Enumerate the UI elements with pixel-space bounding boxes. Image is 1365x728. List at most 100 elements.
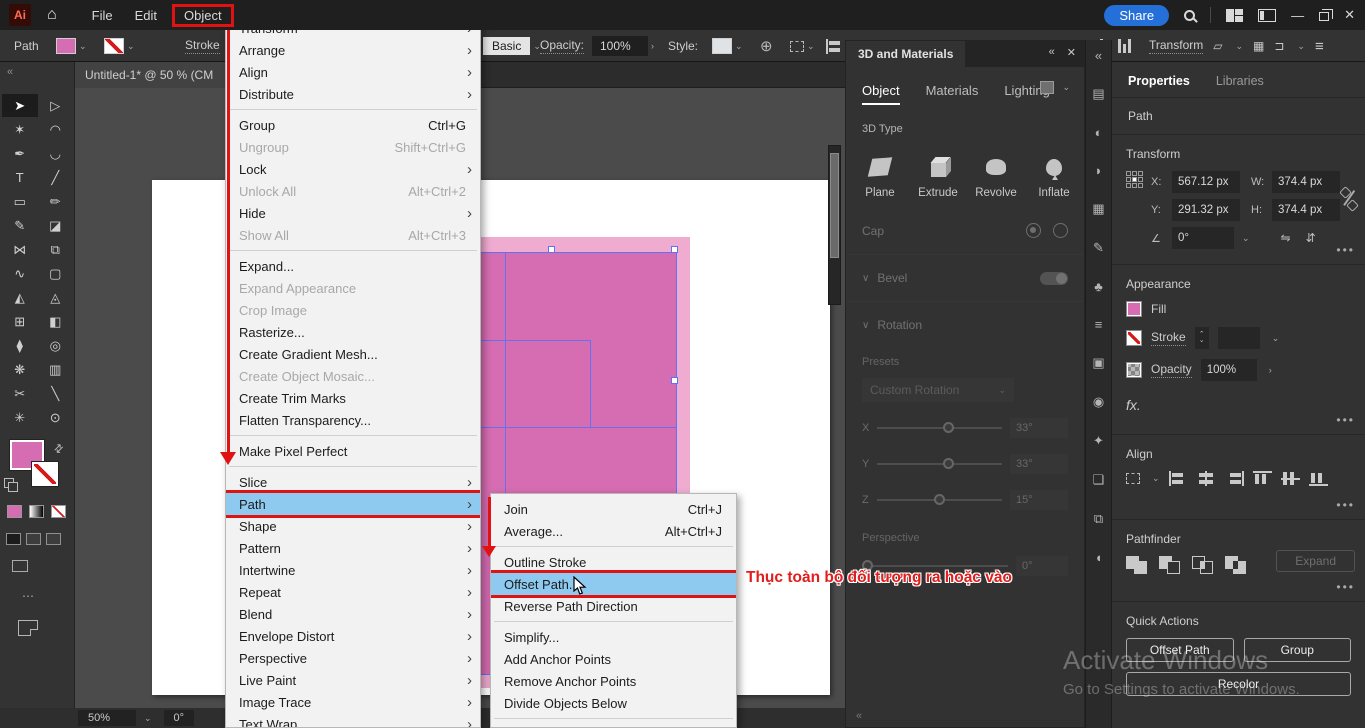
collapse-panel-icon[interactable]: « [7,66,13,78]
menu-item-distribute[interactable]: Distribute› [226,83,480,105]
pathfinder-minus-front-icon[interactable] [1159,556,1180,574]
rotation-y-value[interactable]: 33° [1010,454,1068,474]
chevron-down-icon[interactable]: ⌄ [1242,233,1250,244]
share-button[interactable]: Share [1104,5,1169,26]
selection-tool[interactable]: ➤ [2,94,38,117]
cap-hollow-icon[interactable] [1053,223,1068,238]
menu-item-pattern[interactable]: Pattern› [226,537,480,559]
menu-edit[interactable]: Edit [124,4,168,27]
draw-inside-icon[interactable] [46,533,61,545]
perspective-grid-tool[interactable]: ◬ [38,286,74,309]
none-mode-swatch[interactable] [51,505,66,518]
align-to-selection-icon[interactable] [1126,473,1140,484]
transform-again-icon[interactable]: ▱ [1213,39,1222,53]
stroke-color-swatch[interactable] [32,462,58,486]
draw-behind-icon[interactable] [26,533,41,545]
appearance-preset-select[interactable]: Basic [483,37,530,55]
chevron-right-icon[interactable]: › [651,41,654,51]
offset-path-button[interactable]: Offset Path [1126,638,1234,662]
stroke-link[interactable]: Stroke [1151,330,1186,346]
more-options-icon[interactable]: ••• [1336,413,1355,427]
expand-button[interactable]: Expand [1276,550,1355,572]
align-left-icon[interactable] [826,39,845,54]
free-transform-tool[interactable]: ⧉ [38,238,74,261]
direct-selection-tool[interactable]: ▷ [38,94,74,117]
asset-export-panel-icon[interactable]: ⧉ [1094,511,1103,527]
recolor-button[interactable]: Recolor [1126,672,1351,696]
menu-item-align[interactable]: Align› [226,61,480,83]
chevron-down-icon[interactable]: ⌄ [1235,41,1243,52]
magic-wand-tool[interactable]: ✶ [2,118,38,141]
color-mode-swatch[interactable] [7,505,22,518]
transform-link[interactable]: Transform [1149,38,1203,54]
slice-tool[interactable]: ✂ [2,382,38,405]
rotation-y-slider[interactable] [877,463,1002,465]
line-segment-tool[interactable]: ╱ [38,166,74,189]
comments-panel-icon[interactable]: ◖ [1095,550,1103,565]
align-bottom-icon[interactable] [1309,471,1328,486]
column-graph-tool[interactable]: ▥ [38,358,74,381]
tab-properties[interactable]: Properties [1128,74,1190,88]
submenu-item-add-anchor-points[interactable]: Add Anchor Points [491,648,736,670]
rotation-z-slider[interactable] [877,499,1002,501]
x-position-input[interactable]: 567.12 px [1172,171,1240,193]
menu-item-live-paint[interactable]: Live Paint› [226,669,480,691]
pathfinder-exclude-icon[interactable] [1225,556,1246,574]
chevron-right-icon[interactable]: › [1269,365,1272,375]
menu-file[interactable]: File [81,4,124,27]
menu-item-repeat[interactable]: Repeat› [226,581,480,603]
menu-item-blend[interactable]: Blend› [226,603,480,625]
zoom-tool[interactable]: ⊙ [38,406,74,429]
menu-icon[interactable]: ≡ [1315,38,1325,55]
submenu-item-divide-objects-below[interactable]: Divide Objects Below [491,692,736,714]
chevron-down-icon[interactable]: ⌄ [807,41,815,52]
submenu-item-reverse-path-direction[interactable]: Reverse Path Direction [491,595,736,617]
rotation-value[interactable]: 0° [164,710,195,726]
home-icon[interactable]: ⌂ [47,6,57,24]
artboards-panel-icon[interactable]: ▤ [1092,86,1104,102]
rotation-angle-select[interactable]: 0° [1172,227,1234,249]
layers-panel-icon[interactable]: ❏ [1093,472,1105,488]
shape-builder-tool[interactable]: ◭ [2,286,38,309]
mesh-tool[interactable]: ⊞ [2,310,38,333]
shape-properties-icon[interactable]: ▦ [1253,39,1264,53]
edit-toolbar-icon[interactable] [18,620,38,636]
anchor-handle[interactable] [671,246,678,253]
close-button[interactable]: ✕ [1344,7,1355,23]
anchor-handle[interactable] [548,246,555,253]
opacity-value[interactable]: 100% [1201,359,1257,381]
color-panel-icon[interactable]: ◐ [1095,125,1103,140]
menu-item-slice[interactable]: Slice› [226,471,480,493]
3d-panel-tab[interactable]: 3D and Materials [846,41,965,67]
chevron-down-icon[interactable]: ∨ [862,273,869,284]
anchor-handle[interactable] [671,377,678,384]
eraser-tool[interactable]: ◪ [38,214,74,237]
stroke-link[interactable]: Stroke [185,38,220,54]
menu-item-make-pixel-perfect[interactable]: Make Pixel Perfect [226,440,480,462]
align-middle-vertical-icon[interactable] [1281,471,1300,486]
submenu-item-remove-anchor-points[interactable]: Remove Anchor Points [491,670,736,692]
pathfinder-intersect-icon[interactable] [1192,556,1213,574]
zoom-level-select[interactable]: 50% [78,710,136,726]
chevron-down-icon[interactable]: ⌄ [79,41,87,52]
menu-item-expand[interactable]: Expand... [226,255,480,277]
knife-tool[interactable]: ╲ [38,382,74,405]
reference-point-selector[interactable] [1126,171,1143,255]
menu-item-hide[interactable]: Hide› [226,202,480,224]
cap-solid-icon[interactable] [1026,223,1041,238]
align-to-selection-icon[interactable] [790,41,804,52]
type-tool[interactable]: T [2,166,38,189]
draw-normal-icon[interactable] [6,533,21,545]
menu-item-image-trace[interactable]: Image Trace› [226,691,480,713]
symbol-sprayer-tool[interactable]: ❋ [2,358,38,381]
rotation-x-slider[interactable] [877,427,1002,429]
align-right-icon[interactable] [1225,471,1244,486]
menu-item-create-trim-marks[interactable]: Create Trim Marks [226,387,480,409]
scrollbar-thumb[interactable] [830,153,839,258]
flip-vertical-icon[interactable]: ⇵ [1306,231,1316,245]
shaper-tool[interactable]: ∿ [2,262,38,285]
tab-materials[interactable]: Materials [926,83,979,105]
chevron-down-icon[interactable]: ⌄ [1062,82,1070,93]
menu-item-text-wrap[interactable]: Text Wrap› [226,713,480,728]
document-setup-globe-icon[interactable]: ⊕ [760,37,773,55]
